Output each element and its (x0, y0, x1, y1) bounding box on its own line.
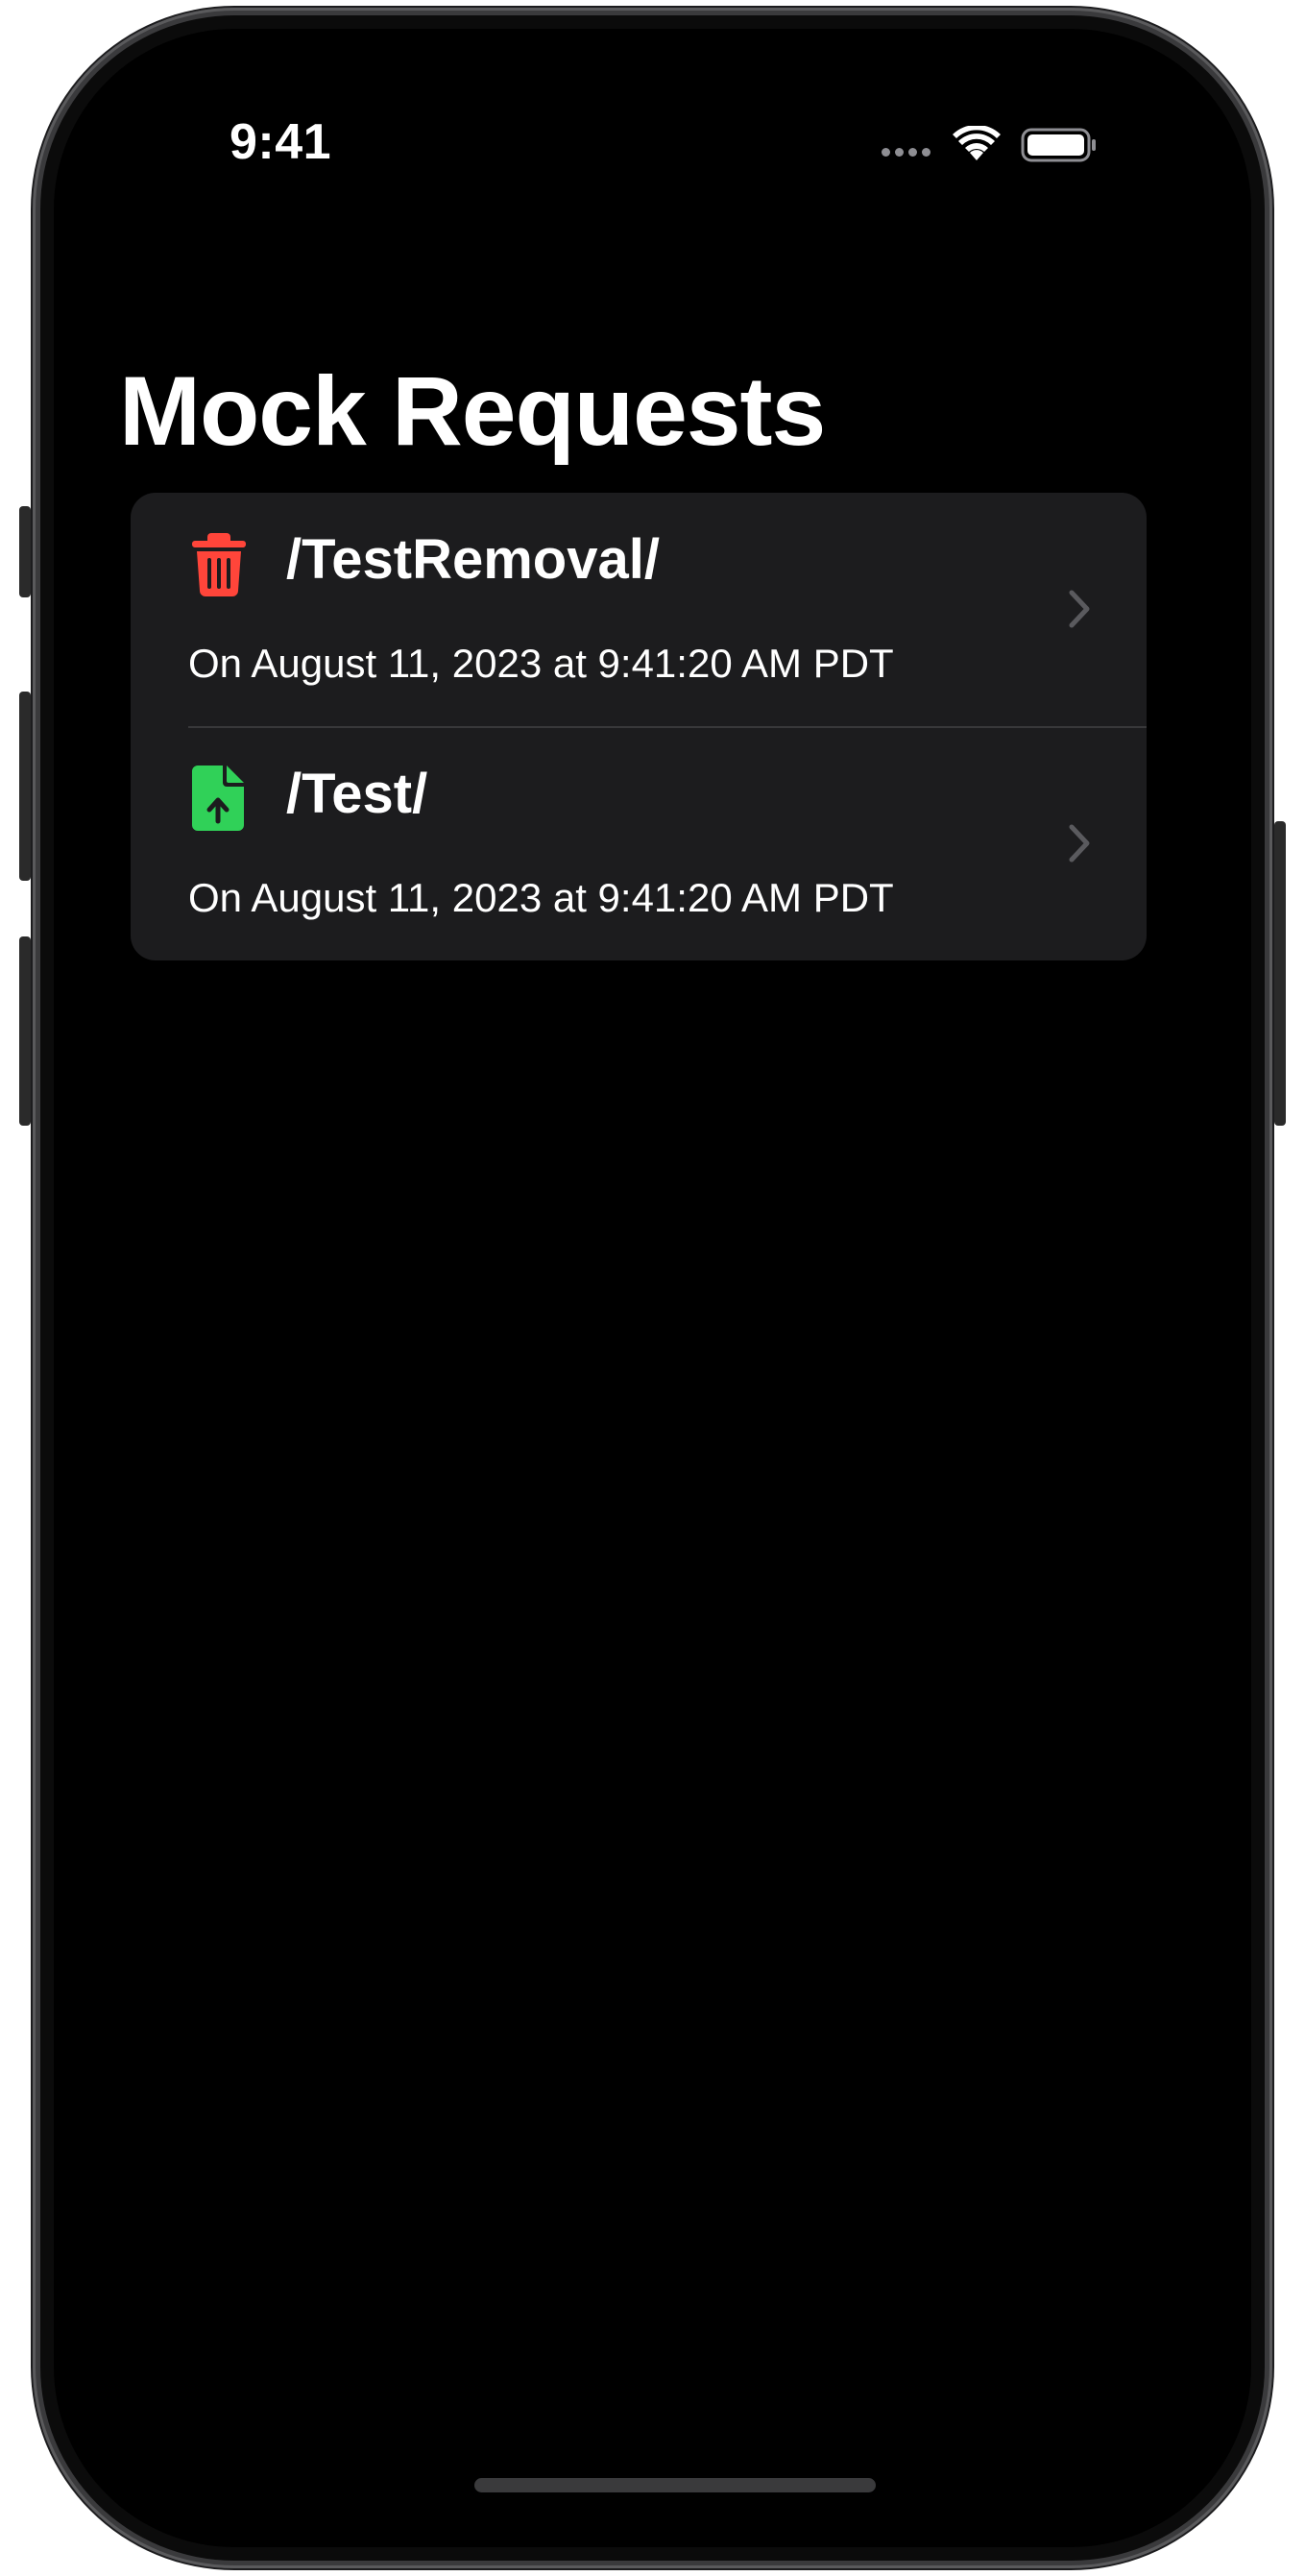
volume-down-button (19, 936, 31, 1126)
request-row-test-removal[interactable]: /TestRemoval/ On August 11, 2023 at 9:41… (131, 493, 1147, 726)
chevron-right-icon (1069, 590, 1090, 628)
request-date: On August 11, 2023 at 9:41:20 AM PDT (188, 875, 894, 920)
page-title: Mock Requests (119, 356, 826, 466)
request-path: /Test/ (286, 763, 428, 825)
request-path: /TestRemoval/ (286, 528, 660, 591)
status-indicators (882, 124, 1098, 166)
battery-icon (1021, 128, 1096, 162)
chevron-right-icon (1069, 824, 1090, 863)
trash-icon (192, 533, 246, 596)
volume-up-button (19, 692, 31, 881)
request-row-test[interactable]: /Test/ On August 11, 2023 at 9:41:20 AM … (131, 727, 1147, 960)
home-indicator[interactable] (474, 2478, 876, 2492)
screen: 9:41 Mock Requests /TestRemoval/ On Augu… (54, 29, 1251, 2547)
requests-list: /TestRemoval/ On August 11, 2023 at 9:41… (131, 493, 1147, 960)
mute-switch (19, 506, 31, 597)
wifi-icon (953, 126, 1001, 160)
phone-bezel: 9:41 Mock Requests /TestRemoval/ On Augu… (40, 15, 1265, 2561)
power-button (1274, 821, 1286, 1126)
status-time: 9:41 (230, 114, 332, 170)
cellular-signal-icon (882, 147, 930, 157)
phone-frame: 9:41 Mock Requests /TestRemoval/ On Augu… (33, 8, 1272, 2568)
request-date: On August 11, 2023 at 9:41:20 AM PDT (188, 641, 894, 686)
doc-upload-icon (192, 766, 244, 831)
